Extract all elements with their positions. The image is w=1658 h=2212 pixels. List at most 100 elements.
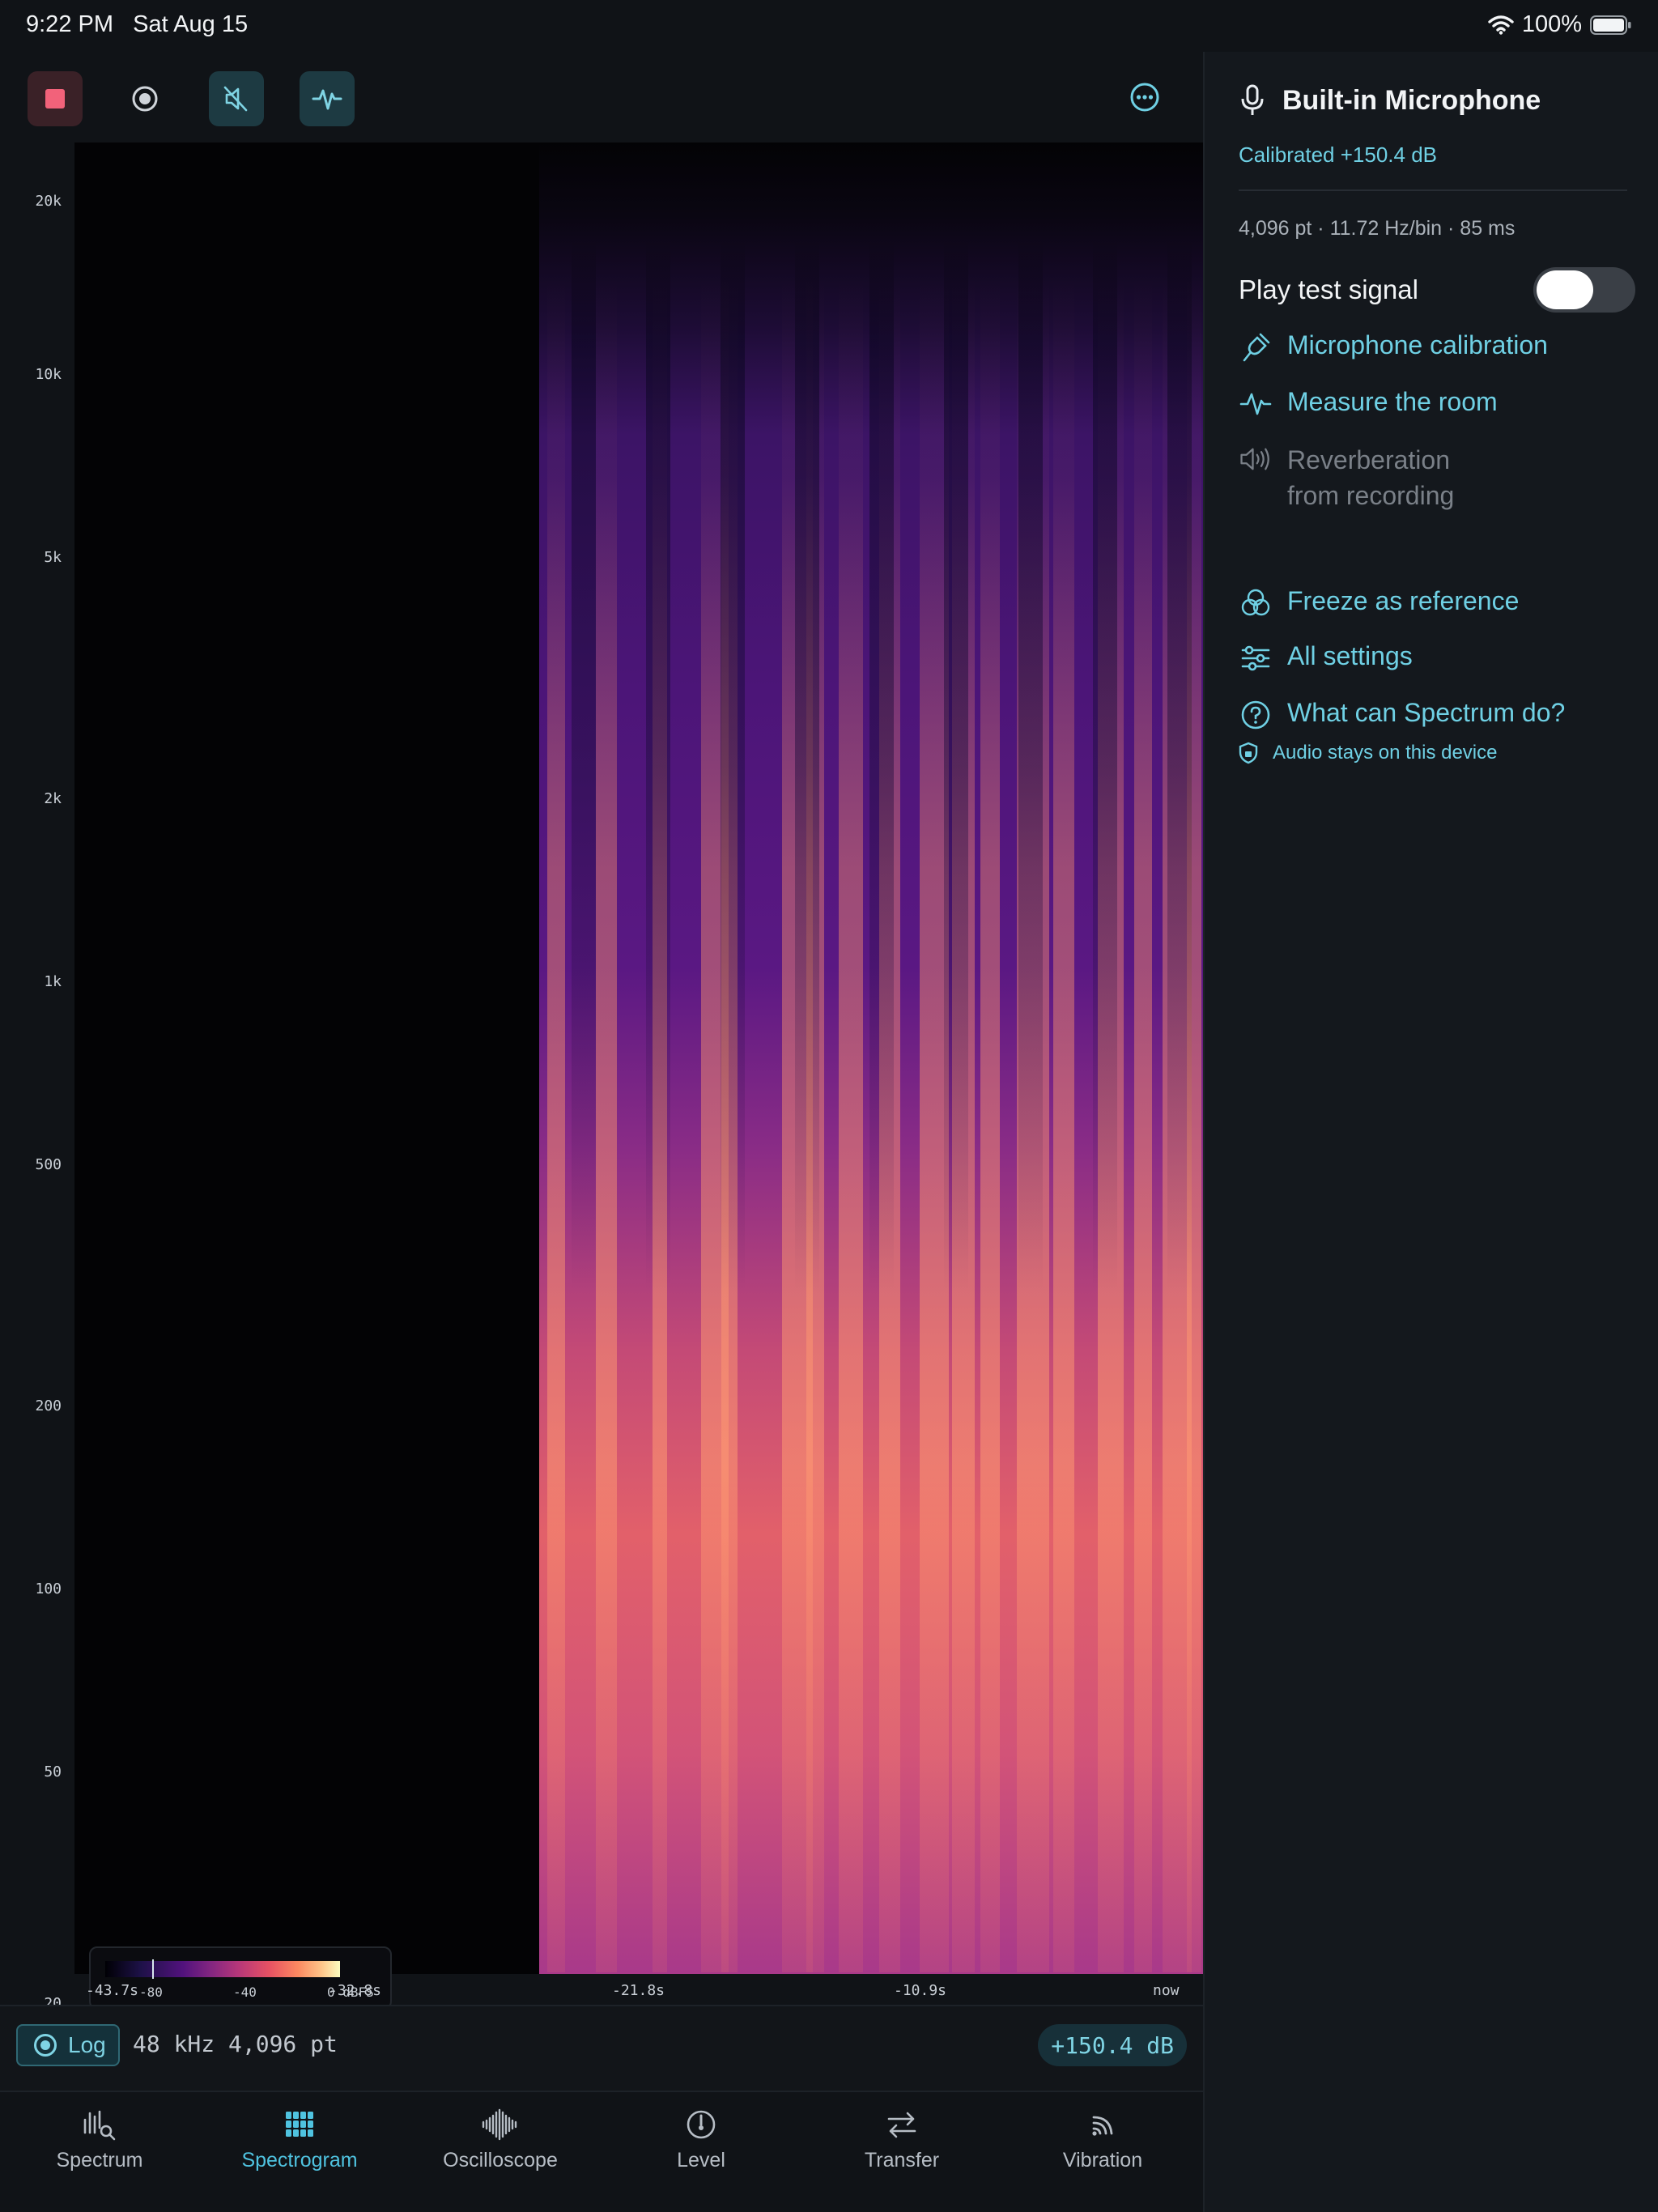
- x-tick-label: -32.8s: [329, 1982, 382, 1999]
- tab-label: Spectrum: [56, 2149, 143, 2172]
- legend-label-mid: -40: [233, 1984, 257, 2000]
- spectrogram-band: [596, 272, 617, 1972]
- tab-label: Level: [677, 2149, 725, 2172]
- speaker-muted-icon: [223, 86, 248, 112]
- spectrogram-gap: [795, 240, 819, 1292]
- grid-icon: [199, 2108, 400, 2141]
- legend-label-low: -80: [139, 1984, 163, 2000]
- spectrogram-gap: [1093, 240, 1117, 1292]
- device-name: Built-in Microphone: [1282, 84, 1541, 116]
- y-tick-label: 2k: [44, 790, 62, 807]
- x-tick-label: -21.8s: [612, 1982, 665, 1999]
- footer-bar: Log 48 kHz 4,096 pt +150.4 dB: [0, 2005, 1203, 2092]
- fft-info: 4,096 pt · 11.72 Hz/bin · 85 ms: [1239, 217, 1516, 240]
- stop-icon: [45, 89, 65, 108]
- tab-vibration[interactable]: Vibration: [1002, 2108, 1203, 2172]
- gain-badge[interactable]: +150.4 dB: [1038, 2024, 1187, 2066]
- microphone-icon: [1241, 84, 1264, 115]
- x-tick-label: -10.9s: [894, 1982, 947, 1999]
- stop-button[interactable]: [28, 71, 83, 126]
- tab-oscilloscope[interactable]: Oscilloscope: [400, 2108, 601, 2172]
- tuning-fork-icon: [1239, 330, 1273, 364]
- level-marker: [152, 1959, 154, 1979]
- x-tick-label: -43.7s: [86, 1982, 139, 1999]
- log-scale-toggle[interactable]: Log: [16, 2024, 120, 2066]
- y-tick-label: 1k: [44, 973, 62, 990]
- menu-item-microphone-calibration[interactable]: Microphone calibration: [1239, 330, 1548, 364]
- menu-item-label: Microphone calibration: [1287, 330, 1548, 359]
- help-icon: [1239, 698, 1273, 732]
- status-right: 100%: [1488, 11, 1632, 38]
- divider: [1239, 189, 1627, 191]
- sidebar: Built-in Microphone Calibrated +150.4 dB…: [1203, 52, 1658, 2212]
- spectrogram-gap: [1167, 240, 1192, 1292]
- menu-item-label: Measure the room: [1287, 387, 1498, 416]
- x-tick-label: now: [1153, 1982, 1180, 1999]
- input-device-title[interactable]: Built-in Microphone: [1239, 84, 1541, 117]
- status-time: 9:22 PM Sat Aug 15: [26, 11, 249, 37]
- privacy-text: Audio stays on this device: [1273, 742, 1498, 764]
- y-tick-label: 20k: [35, 193, 62, 210]
- mute-button[interactable]: [209, 71, 264, 126]
- tab-bar: Spectrum Spectrogram Oscilloscope Level Tran…: [0, 2092, 1203, 2212]
- y-tick-label: 500: [35, 1156, 62, 1173]
- y-tick-label: 200: [35, 1397, 62, 1414]
- more-icon: [1130, 83, 1159, 112]
- tab-transfer[interactable]: Transfer: [801, 2108, 1002, 2172]
- vibration-icon: [1002, 2108, 1203, 2141]
- record-button[interactable]: [117, 71, 172, 126]
- shield-lock-icon: [1239, 742, 1258, 764]
- y-tick-label: 5k: [44, 549, 62, 566]
- tab-spectrum[interactable]: Spectrum: [0, 2108, 200, 2172]
- tab-label: Spectrogram: [241, 2149, 358, 2172]
- colormap-legend: -80 -40 0 dBFS: [89, 1946, 392, 2010]
- tab-spectrogram[interactable]: Spectrogram: [199, 2108, 400, 2172]
- tab-label: Oscilloscope: [443, 2149, 558, 2172]
- y-tick-label: 100: [35, 1580, 62, 1597]
- pulse-icon: [1239, 387, 1273, 421]
- waveform-icon: [312, 89, 342, 110]
- play-test-signal-toggle[interactable]: [1533, 267, 1635, 313]
- menu-item-freeze-as-reference[interactable]: Freeze as reference: [1239, 586, 1519, 620]
- wifi-icon: [1488, 15, 1514, 35]
- menu-item-label: Freeze as reference: [1287, 586, 1520, 615]
- menu-item-label: All settings: [1287, 641, 1413, 670]
- menu-item-what-can-spectrum-do[interactable]: What can Spectrum do?: [1239, 698, 1565, 732]
- play-test-signal-label: Play test signal: [1239, 274, 1418, 304]
- tab-label: Vibration: [1062, 2149, 1143, 2172]
- spectrogram-plot[interactable]: [74, 143, 1203, 1974]
- main-panel: 20k 10k 5k 2k 1k 500 200 100 50 20 -80 -…: [0, 52, 1203, 2212]
- menu-item-label: Reverberation from recording: [1287, 445, 1455, 510]
- spectrogram-gap: [1018, 240, 1043, 1292]
- more-button[interactable]: [1120, 73, 1169, 121]
- y-tick-label: 50: [44, 1763, 62, 1780]
- spectrogram-gap: [944, 240, 968, 1292]
- spectrogram-band: [547, 272, 565, 1972]
- calibration-status: Calibrated +150.4 dB: [1239, 143, 1438, 167]
- sample-info: 48 kHz 4,096 pt: [133, 2031, 338, 2057]
- spectrogram-gap: [721, 240, 745, 1292]
- spectrogram-gap: [572, 240, 596, 1292]
- oscilloscope-icon: [400, 2108, 601, 2141]
- battery-icon: [1590, 15, 1631, 35]
- sliders-icon: [1239, 641, 1273, 675]
- spectrogram-gap: [646, 240, 670, 1292]
- circles-icon: [1239, 586, 1273, 620]
- waveform-button[interactable]: [300, 71, 355, 126]
- colormap-bar: [105, 1961, 340, 1977]
- record-icon: [132, 86, 158, 112]
- spectrogram-band: [1053, 272, 1074, 1972]
- spectrum-icon: [0, 2108, 200, 2141]
- log-label: Log: [68, 2032, 106, 2057]
- spectrogram-image: [539, 143, 1203, 1974]
- spectrogram-band: [839, 272, 863, 1972]
- arrows-icon: [801, 2108, 1002, 2141]
- tab-label: Transfer: [864, 2149, 940, 2172]
- menu-item-label: What can Spectrum do?: [1287, 698, 1566, 727]
- spectrogram-band: [1134, 272, 1152, 1972]
- privacy-note: Audio stays on this device: [1239, 742, 1498, 764]
- tab-level[interactable]: Level: [601, 2108, 801, 2172]
- y-tick-label: 10k: [35, 366, 62, 383]
- menu-item-all-settings[interactable]: All settings: [1239, 641, 1413, 675]
- menu-item-measure-the-room[interactable]: Measure the room: [1239, 387, 1498, 421]
